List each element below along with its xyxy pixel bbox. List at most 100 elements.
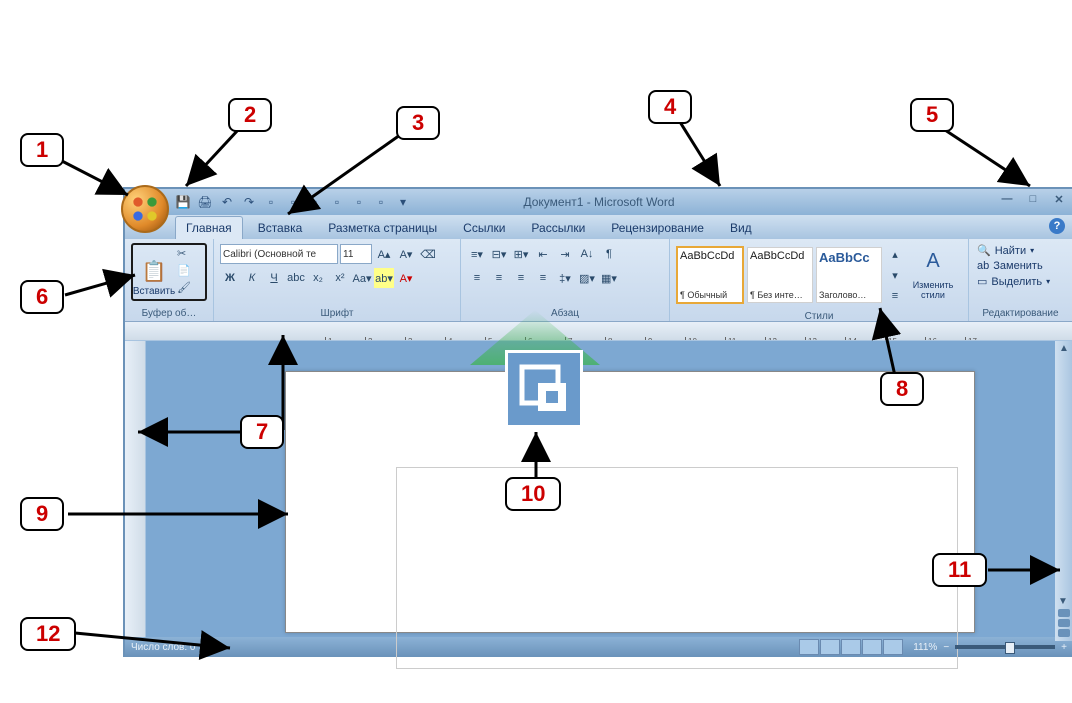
strikethrough-icon[interactable]: abc xyxy=(286,268,306,288)
ribbon-tabs: Главная Вставка Разметка страницы Ссылки… xyxy=(125,215,1072,239)
vertical-scrollbar[interactable]: ▲ ▼ xyxy=(1055,341,1072,641)
style-normal[interactable]: AaBbCcDd¶ Обычный xyxy=(676,246,744,304)
scroll-up-icon[interactable]: ▲ xyxy=(1059,343,1069,354)
qat-dropdown-icon[interactable]: ▾ xyxy=(395,194,411,210)
tab-view[interactable]: Вид xyxy=(719,216,763,239)
window-title: Документ1 - Microsoft Word xyxy=(523,195,674,209)
horizontal-ruler[interactable]: 1234567891011121314151617 xyxy=(125,322,1072,341)
multilevel-icon[interactable]: ⊞▾ xyxy=(511,244,531,264)
document-area: ▲ ▼ xyxy=(125,341,1072,637)
style-no-spacing[interactable]: AaBbCcDd¶ Без инте… xyxy=(747,247,813,303)
superscript-icon[interactable]: x² xyxy=(330,268,350,288)
maximize-button[interactable]: □ xyxy=(1025,191,1041,207)
cut-icon[interactable]: ✂ xyxy=(177,247,191,260)
bullets-icon[interactable]: ≡▾ xyxy=(467,244,487,264)
callout-10: 10 xyxy=(505,477,561,511)
increase-indent-icon[interactable]: ⇥ xyxy=(555,244,575,264)
group-label: Буфер об… xyxy=(129,306,209,321)
group-editing: 🔍Найти▾ abЗаменить ▭Выделить▾ Редактиров… xyxy=(969,239,1072,321)
font-name-combo[interactable]: Calibri (Основной те xyxy=(220,244,338,264)
find-icon: 🔍 xyxy=(977,244,991,257)
browse-next-icon[interactable] xyxy=(1058,629,1070,637)
group-font: Calibri (Основной те 11 A▴ A▾ ⌫ Ж К Ч ab… xyxy=(214,239,461,321)
qat-icon[interactable]: ▫ xyxy=(307,194,323,210)
styles-expand-icon[interactable]: ≡ xyxy=(885,286,905,306)
callout-1: 1 xyxy=(20,133,64,167)
callout-12: 12 xyxy=(20,617,76,651)
vertical-ruler[interactable] xyxy=(125,341,146,637)
change-styles-button[interactable]: A Изменить стили xyxy=(908,250,958,300)
tab-references[interactable]: Ссылки xyxy=(452,216,516,239)
text-margin xyxy=(396,467,958,669)
group-paragraph: ≡▾ ⊟▾ ⊞▾ ⇤ ⇥ A↓ ¶ ≡ ≡ ≡ ≡ ‡▾ ▨▾ ▦▾ xyxy=(461,239,670,321)
show-marks-icon[interactable]: ¶ xyxy=(599,244,619,264)
callout-3: 3 xyxy=(396,106,440,140)
align-left-icon[interactable]: ≡ xyxy=(467,268,487,288)
styles-overlay-icon xyxy=(505,350,583,428)
tab-home[interactable]: Главная xyxy=(175,216,243,239)
ribbon: 📋 Вставить ✂ 📄 🖌 Буфер об… Calibri (Осно… xyxy=(125,239,1072,322)
qat-icon[interactable]: ▫ xyxy=(351,194,367,210)
styles-down-icon[interactable]: ▾ xyxy=(885,265,905,285)
help-icon[interactable]: ? xyxy=(1049,218,1065,234)
underline-button[interactable]: Ч xyxy=(264,268,284,288)
tab-page-layout[interactable]: Разметка страницы xyxy=(317,216,448,239)
grow-font-icon[interactable]: A▴ xyxy=(374,244,394,264)
shading-icon[interactable]: ▨▾ xyxy=(577,268,597,288)
select-button[interactable]: ▭Выделить▾ xyxy=(975,274,1066,289)
callout-11: 11 xyxy=(932,553,987,587)
group-styles: AaBbCcDd¶ Обычный AaBbCcDd¶ Без инте… Aa… xyxy=(670,239,969,321)
copy-icon[interactable]: 📄 xyxy=(177,264,191,277)
clear-format-icon[interactable]: ⌫ xyxy=(418,244,438,264)
group-label: Абзац xyxy=(465,306,665,321)
minimize-button[interactable]: — xyxy=(999,191,1015,207)
styles-up-icon[interactable]: ▴ xyxy=(885,244,905,264)
font-size-combo[interactable]: 11 xyxy=(340,244,372,264)
shrink-font-icon[interactable]: A▾ xyxy=(396,244,416,264)
browse-object-icon[interactable] xyxy=(1058,619,1070,627)
decrease-indent-icon[interactable]: ⇤ xyxy=(533,244,553,264)
highlight-icon[interactable]: ab▾ xyxy=(374,268,394,288)
bold-button[interactable]: Ж xyxy=(220,268,240,288)
format-painter-icon[interactable]: 🖌 xyxy=(177,281,191,294)
borders-icon[interactable]: ▦▾ xyxy=(599,268,619,288)
numbering-icon[interactable]: ⊟▾ xyxy=(489,244,509,264)
justify-icon[interactable]: ≡ xyxy=(533,268,553,288)
close-button[interactable]: ✕ xyxy=(1051,191,1067,207)
italic-button[interactable]: К xyxy=(242,268,262,288)
find-button[interactable]: 🔍Найти▾ xyxy=(975,243,1066,258)
callout-6: 6 xyxy=(20,280,64,314)
scroll-down-icon[interactable]: ▼ xyxy=(1058,596,1070,607)
tab-mailings[interactable]: Рассылки xyxy=(520,216,596,239)
undo-icon[interactable]: ↶ xyxy=(219,194,235,210)
font-color-icon[interactable]: A▾ xyxy=(396,268,416,288)
style-heading[interactable]: AaBbCcЗаголово… xyxy=(816,247,882,303)
print-icon[interactable]: 🖨 xyxy=(197,194,213,210)
word-count[interactable]: Число слов: 0 xyxy=(131,642,195,653)
align-right-icon[interactable]: ≡ xyxy=(511,268,531,288)
align-center-icon[interactable]: ≡ xyxy=(489,268,509,288)
paste-button[interactable]: 📋 Вставить xyxy=(135,247,173,297)
replace-button[interactable]: abЗаменить xyxy=(975,259,1066,273)
callout-9: 9 xyxy=(20,497,64,531)
browse-prev-icon[interactable] xyxy=(1058,609,1070,617)
document-page[interactable] xyxy=(285,371,975,633)
subscript-icon[interactable]: x₂ xyxy=(308,268,328,288)
office-button[interactable] xyxy=(121,185,169,233)
sort-icon[interactable]: A↓ xyxy=(577,244,597,264)
qat-icon[interactable]: ▫ xyxy=(263,194,279,210)
change-case-icon[interactable]: Aa▾ xyxy=(352,268,372,288)
callout-5: 5 xyxy=(910,98,954,132)
zoom-in-icon[interactable]: + xyxy=(1061,642,1067,653)
tab-review[interactable]: Рецензирование xyxy=(600,216,715,239)
titlebar: 💾 🖨 ↶ ↷ ▫ ▫ ▫ ▫ ▫ ▫ ▾ Документ1 - Micros… xyxy=(125,189,1072,215)
qat-icon[interactable]: ▫ xyxy=(285,194,301,210)
group-clipboard: 📋 Вставить ✂ 📄 🖌 Буфер об… xyxy=(125,239,214,321)
group-label: Шрифт xyxy=(218,306,456,321)
qat-icon[interactable]: ▫ xyxy=(373,194,389,210)
line-spacing-icon[interactable]: ‡▾ xyxy=(555,268,575,288)
qat-icon[interactable]: ▫ xyxy=(329,194,345,210)
redo-icon[interactable]: ↷ xyxy=(241,194,257,210)
tab-insert[interactable]: Вставка xyxy=(247,216,314,239)
save-icon[interactable]: 💾 xyxy=(175,194,191,210)
